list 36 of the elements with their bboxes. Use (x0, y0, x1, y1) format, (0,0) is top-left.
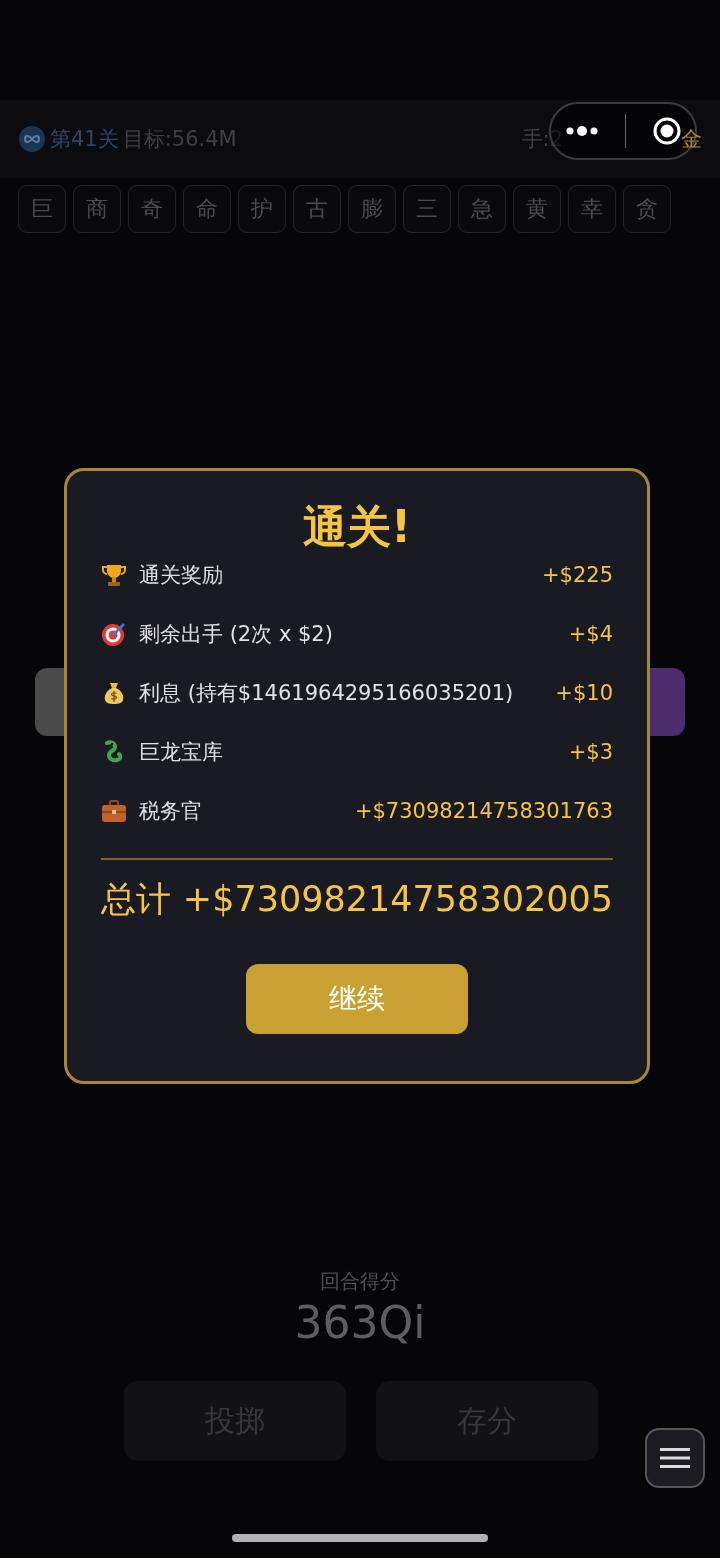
infinity-icon (18, 125, 46, 153)
menu-icon (660, 1446, 690, 1470)
dialog-title: 通关! (301, 500, 413, 554)
joker-chip[interactable]: 巨 (18, 185, 66, 233)
continue-button[interactable]: 继续 (246, 964, 468, 1034)
reward-label: 税务官 (139, 797, 203, 825)
reward-value: +$4 (568, 621, 613, 646)
reward-label: 巨龙宝库 (139, 738, 224, 766)
reward-value: +$225 (541, 562, 613, 587)
round-score-label: 回合得分 (320, 1268, 400, 1295)
joker-chip[interactable]: 奇 (128, 185, 176, 233)
joker-chip[interactable]: 命 (183, 185, 231, 233)
round-score-value: 363Qi (294, 1296, 426, 1350)
menu-button[interactable] (645, 1428, 705, 1488)
total-value: +$73098214758302005 (182, 879, 613, 919)
joker-chip[interactable]: 三 (403, 185, 451, 233)
target-icon (101, 620, 127, 647)
joker-chip[interactable]: 商 (73, 185, 121, 233)
close-icon[interactable] (652, 116, 683, 146)
joker-chip[interactable]: 幸 (568, 185, 616, 233)
reward-value: +$3 (568, 739, 613, 764)
currency-text: 金 (681, 126, 702, 153)
joker-chip[interactable]: 护 (238, 185, 286, 233)
joker-chip[interactable]: 黄 (513, 185, 561, 233)
reward-label: 通关奖励 (139, 561, 224, 589)
level-label: 第41关 (50, 126, 119, 153)
briefcase-icon (101, 797, 127, 824)
joker-chip[interactable]: 急 (458, 185, 506, 233)
joker-chip[interactable]: 古 (293, 185, 341, 233)
reward-value: +$73098214758301763 (354, 798, 613, 823)
joker-chip[interactable]: 贪 (623, 185, 671, 233)
reward-value: +$10 (555, 680, 613, 705)
reward-label: 剩余出手 (2次 x $2) (139, 620, 334, 648)
joker-chip[interactable]: 膨 (348, 185, 396, 233)
total-label: 总计 (101, 877, 171, 921)
reward-label: 利息 (持有$1461964295166035201) (139, 679, 515, 707)
